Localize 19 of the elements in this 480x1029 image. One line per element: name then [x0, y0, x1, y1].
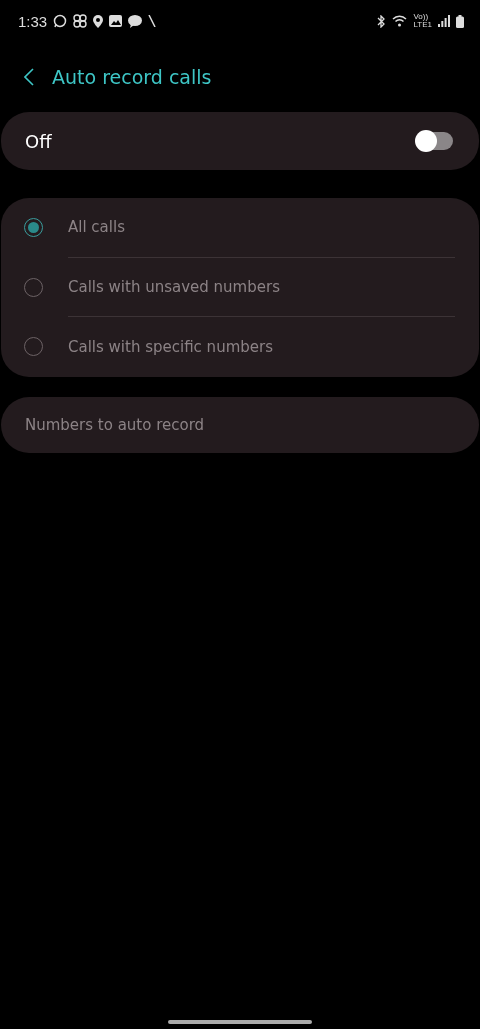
status-time: 1:33 [18, 12, 48, 30]
switch-row[interactable]: Off [1, 112, 479, 170]
slash-icon [148, 15, 157, 27]
image-icon [109, 15, 123, 27]
wifi-icon [392, 15, 408, 27]
signal-icon [438, 15, 450, 27]
page-title: Auto record calls [52, 66, 212, 88]
message-icon [128, 14, 143, 28]
chat-icon [53, 14, 68, 28]
network-label: Vo)) [413, 13, 429, 21]
pinwheel-icon [73, 14, 88, 28]
location-icon [93, 14, 104, 28]
battery-icon [456, 14, 464, 28]
bluetooth-icon [376, 14, 387, 28]
switch-label: Off [25, 130, 52, 152]
network-label: LTE1 [413, 21, 432, 29]
back-icon[interactable] [24, 68, 34, 86]
numbers-label: Numbers to auto record [25, 415, 205, 434]
toggle-switch[interactable] [417, 132, 453, 150]
